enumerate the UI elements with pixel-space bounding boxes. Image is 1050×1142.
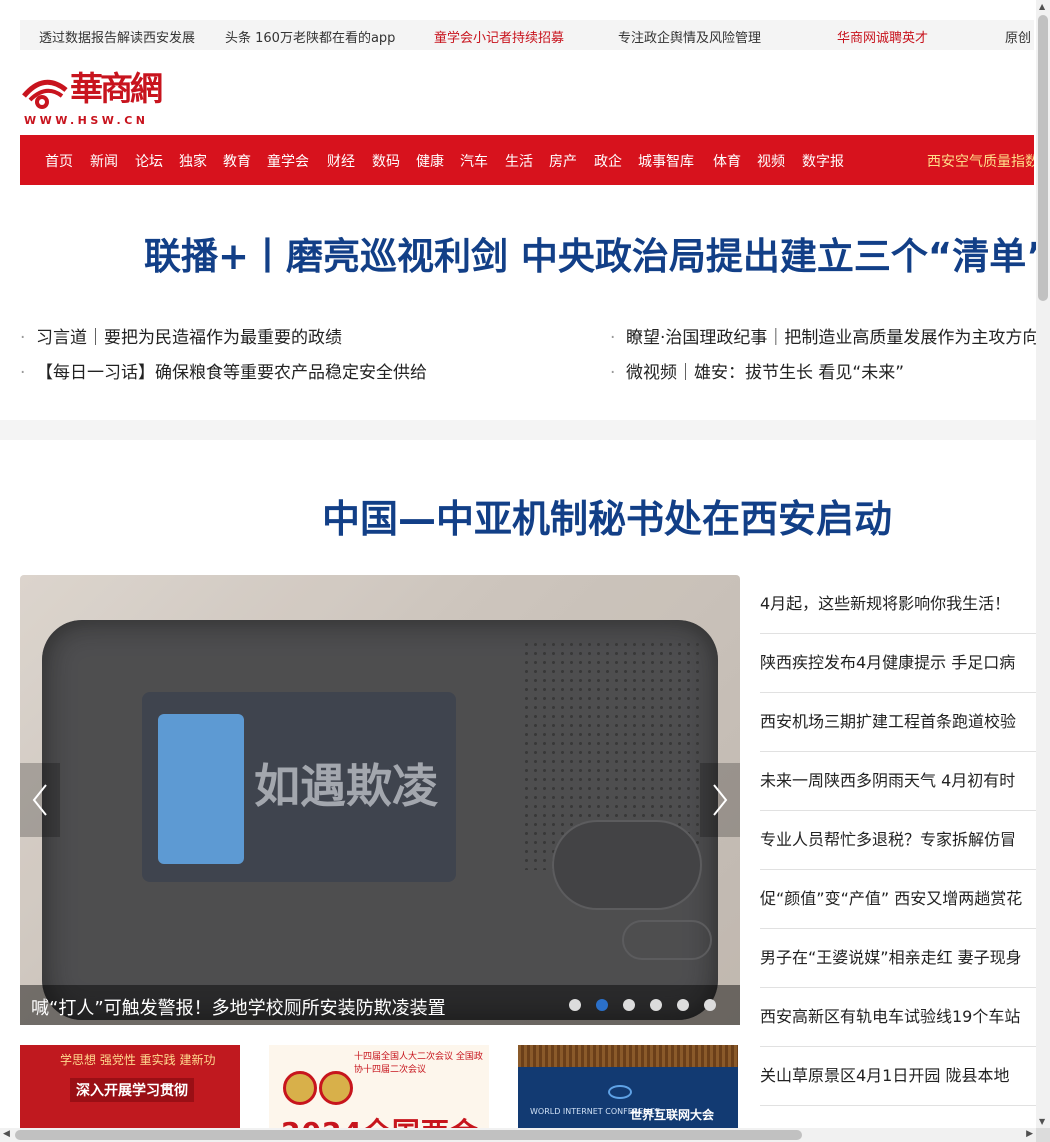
ticker-link-3[interactable]: 童学会小记者持续招募	[434, 27, 564, 46]
list-item[interactable]: 男子在“王婆说媒”相亲走红 妻子现身	[760, 929, 1050, 988]
slider-dot[interactable]	[676, 999, 689, 1011]
emblem-icon	[283, 1071, 317, 1105]
site-logo[interactable]: 華商網 WWW.HSW.CN	[20, 64, 163, 128]
nav-item-finance[interactable]: 财经	[327, 151, 355, 171]
thumb-line2: 世界互联网大会	[630, 1108, 715, 1122]
list-item[interactable]: 专业人员帮忙多退税？专家拆解仿冒	[760, 811, 1050, 870]
stage-curtain	[518, 1045, 738, 1067]
slide-overlay	[20, 575, 740, 1025]
chevron-left-icon	[32, 784, 47, 816]
news-list: 4月起，这些新规将影响你我生活！ 陕西疾控发布4月健康提示 手足口病 西安机场三…	[760, 575, 1050, 1106]
slider-dot[interactable]	[622, 999, 635, 1011]
scroll-up-icon[interactable]: ▲	[1039, 2, 1045, 11]
slider-caption[interactable]: 喊“打人”可触发警报！多地学校厕所安装防欺凌装置	[31, 994, 446, 1020]
ticker-link-4[interactable]: 专注政企舆情及风险管理	[618, 27, 761, 46]
horizontal-scrollbar[interactable]: ◀ ▶	[0, 1128, 1036, 1142]
thumb-line1: 十四届全国人大二次会议 全国政协十四届二次会议	[354, 1052, 483, 1075]
list-item[interactable]: 促“颜值”变“产值” 西安又增两趟赏花	[760, 870, 1050, 929]
list-item[interactable]: 西安机场三期扩建工程首条跑道校验	[760, 693, 1050, 752]
scroll-right-icon[interactable]: ▶	[1026, 1129, 1033, 1139]
logo-mark-icon	[22, 79, 68, 109]
nav-item-news[interactable]: 新闻	[90, 151, 118, 171]
photo-slider[interactable]: 如遇欺凌	[20, 575, 740, 1025]
nav-item-digital[interactable]: 数码	[372, 151, 400, 171]
slider-next-button[interactable]	[700, 763, 740, 837]
list-item[interactable]: 西安高新区有轨电车试验线19个车站	[760, 988, 1050, 1047]
list-item[interactable]: 关山草原景区4月1日开园 陇县本地	[760, 1047, 1050, 1106]
nav-item-forum[interactable]: 论坛	[135, 151, 163, 171]
slider-dots	[559, 996, 716, 1011]
list-item[interactable]: 4月起，这些新规将影响你我生活！	[760, 575, 1050, 634]
nav-item-health[interactable]: 健康	[416, 151, 444, 171]
top-ticker: 透过数据报告解读西安发展 头条 160万老陕都在看的app 童学会小记者持续招募…	[20, 20, 1034, 50]
thumb-line2: 深入开展学习贯彻	[70, 1078, 194, 1102]
sublink-item[interactable]: 瞭望·治国理政纪事｜把制造业高质量发展作为主攻方向	[610, 326, 1039, 361]
promo-thumbnail-two-sessions[interactable]: 十四届全国人大二次会议 全国政协十四届二次会议 2024全国两会	[269, 1045, 489, 1135]
nav-item-home[interactable]: 首页	[45, 151, 73, 171]
logo-url: WWW.HSW.CN	[24, 114, 149, 127]
vertical-scrollbar[interactable]: ▲ ▼	[1036, 0, 1050, 1128]
sublinks-left: 习言道｜要把为民造福作为最重要的政绩 【每日一习话】确保粮食等重要农产品稳定安全…	[20, 326, 427, 396]
ticker-link-1[interactable]: 透过数据报告解读西安发展	[39, 27, 195, 46]
slider-dot[interactable]	[649, 999, 662, 1011]
list-item[interactable]: 未来一周陕西多阴雨天气 4月初有时	[760, 752, 1050, 811]
thumb-line1: 学思想 强党性 重实践 建新功	[60, 1053, 216, 1067]
list-item[interactable]: 陕西疾控发布4月健康提示 手足口病	[760, 634, 1050, 693]
horizontal-scroll-thumb[interactable]	[15, 1130, 802, 1140]
nav-item-thinktank[interactable]: 城事智库	[638, 151, 694, 171]
nav-item-auto[interactable]: 汽车	[460, 151, 488, 171]
nav-item-video[interactable]: 视频	[757, 151, 785, 171]
promo-thumbnail-internet-conference[interactable]: WORLD INTERNET CONFERENCE 世界互联网大会	[518, 1045, 738, 1135]
slider-dot[interactable]	[568, 999, 581, 1011]
slider-dot[interactable]	[704, 999, 716, 1011]
scroll-left-icon[interactable]: ◀	[3, 1129, 10, 1139]
sublink-item[interactable]: 【每日一习话】确保粮食等重要农产品稳定安全供给	[20, 361, 427, 396]
second-headline[interactable]: 中国—中亚机制秘书处在西安启动	[322, 488, 892, 543]
promo-thumbnail-study[interactable]: 学思想 强党性 重实践 建新功 深入开展学习贯彻	[20, 1045, 240, 1135]
nav-item-exclusive[interactable]: 独家	[179, 151, 207, 171]
nav-item-life[interactable]: 生活	[505, 151, 533, 171]
top-headline[interactable]: 联播+丨磨亮巡视利剑 中央政治局提出建立三个“清单”	[144, 226, 1050, 280]
ticker-link-6[interactable]: 原创	[1005, 27, 1031, 46]
chevron-right-icon	[713, 784, 728, 816]
section-divider	[0, 420, 1036, 440]
scrollbar-corner	[1036, 1128, 1050, 1142]
slider-prev-button[interactable]	[20, 763, 60, 837]
vertical-scroll-thumb[interactable]	[1038, 15, 1048, 301]
conference-logo-icon	[608, 1085, 632, 1099]
scroll-down-icon[interactable]: ▼	[1039, 1117, 1045, 1126]
air-quality-link[interactable]: 西安空气质量指数	[927, 151, 1034, 171]
slider-caption-bar: 喊“打人”可触发警报！多地学校厕所安装防欺凌装置	[20, 985, 740, 1025]
nav-item-epaper[interactable]: 数字报	[802, 151, 844, 171]
slider-dot-active[interactable]	[595, 999, 608, 1011]
ticker-link-2[interactable]: 头条 160万老陕都在看的app	[225, 27, 395, 46]
nav-item-sports[interactable]: 体育	[713, 151, 741, 171]
sublinks-right: 瞭望·治国理政纪事｜把制造业高质量发展作为主攻方向 微视频｜雄安：拔节生长 看见…	[610, 326, 1039, 396]
nav-item-kids[interactable]: 童学会	[267, 151, 309, 171]
logo-name: 華商網	[70, 69, 163, 108]
sublink-item[interactable]: 习言道｜要把为民造福作为最重要的政绩	[20, 326, 427, 361]
emblem-icon	[319, 1071, 353, 1105]
nav-item-gov[interactable]: 政企	[594, 151, 622, 171]
nav-item-education[interactable]: 教育	[223, 151, 251, 171]
nav-item-house[interactable]: 房产	[549, 151, 577, 171]
sublink-item[interactable]: 微视频｜雄安：拔节生长 看见“未来”	[610, 361, 1039, 396]
ticker-link-5[interactable]: 华商网诚聘英才	[837, 27, 928, 46]
main-nav: 首页 新闻 论坛 独家 教育 童学会 财经 数码 健康 汽车 生活 房产 政企 …	[20, 135, 1034, 185]
